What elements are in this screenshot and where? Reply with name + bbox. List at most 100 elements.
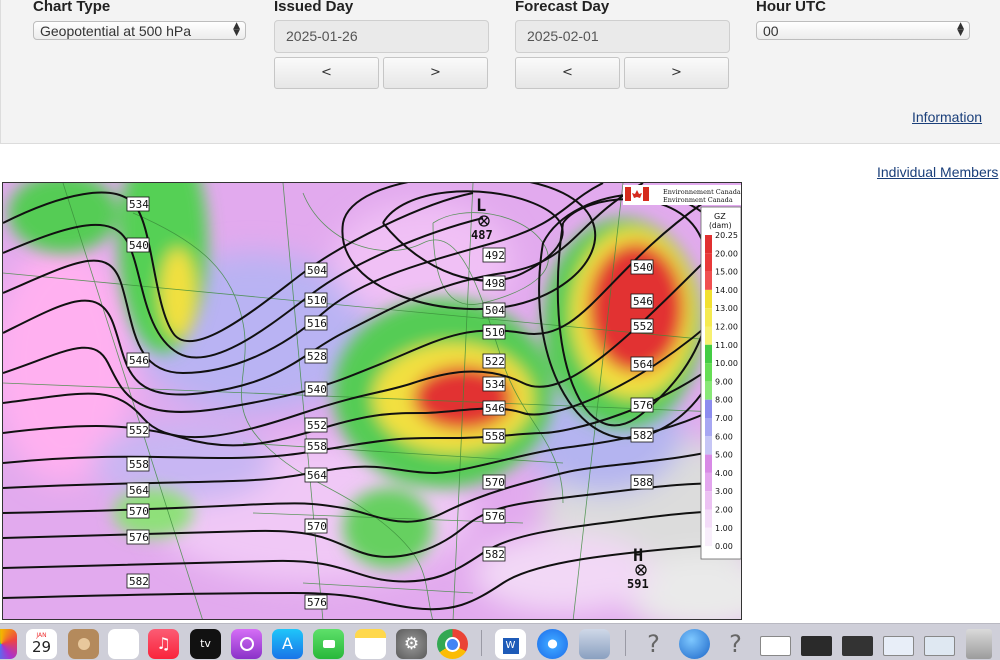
window-thumb-4[interactable] [883, 636, 914, 656]
chart-type-select[interactable]: Geopotential at 500 hPa ▲ ▼ [33, 21, 246, 40]
map-canvas: 534 540 546 552 558 564 570 576 582 504 … [3, 183, 741, 619]
legend-value: 20.00 [715, 249, 738, 258]
trash-app[interactable] [966, 629, 992, 659]
information-link[interactable]: Information [912, 109, 982, 125]
legend-swatch [705, 436, 712, 455]
svg-text:588: 588 [633, 476, 653, 489]
window-thumb-5[interactable] [924, 636, 955, 656]
legend-swatch [705, 235, 712, 254]
facetime-app[interactable] [313, 629, 344, 659]
svg-text:582: 582 [485, 548, 505, 561]
svg-text:591: 591 [627, 577, 649, 591]
svg-text:(dam): (dam) [709, 221, 732, 230]
help-app-2[interactable]: ? [720, 629, 751, 659]
contour-label: 540 [304, 381, 328, 397]
reminders-app[interactable] [108, 629, 139, 659]
issued-day-field[interactable]: 2025-01-26 [274, 20, 489, 53]
svg-text:558: 558 [307, 440, 327, 453]
legend-value: 14.00 [715, 286, 738, 295]
svg-text:552: 552 [633, 320, 653, 333]
svg-text:564: 564 [129, 484, 149, 497]
contour-label: 498 [482, 275, 506, 291]
hour-utc-label: Hour UTC [756, 0, 826, 15]
legend-swatch [705, 326, 712, 345]
safari-app[interactable] [537, 629, 568, 659]
contour-label: 504 [482, 302, 506, 318]
help-app[interactable]: ? [638, 629, 669, 659]
svg-text:576: 576 [307, 596, 327, 609]
contour-label: 576 [126, 529, 150, 545]
svg-text:576: 576 [485, 510, 505, 523]
svg-text:570: 570 [307, 520, 327, 533]
contour-label: 534 [482, 376, 506, 392]
legend-value: 5.00 [715, 451, 733, 460]
svg-text:576: 576 [129, 531, 149, 544]
issued-day-next-button[interactable]: > [383, 57, 488, 89]
contour-label: 588 [630, 474, 654, 490]
legend-value: 20.25 [715, 231, 738, 240]
legend-value: 10.00 [715, 359, 738, 368]
legend-swatch [705, 253, 712, 272]
legend-swatch [705, 491, 712, 510]
forecast-day-prev-button[interactable]: < [515, 57, 620, 89]
contour-label: 546 [482, 400, 506, 416]
svg-text:492: 492 [485, 249, 505, 262]
legend-value: 6.00 [715, 432, 733, 441]
svg-text:570: 570 [485, 476, 505, 489]
window-thumb-2[interactable] [801, 636, 832, 656]
svg-text:582: 582 [129, 575, 149, 588]
svg-text:L: L [476, 196, 486, 216]
svg-text:510: 510 [307, 294, 327, 307]
appstore-app[interactable]: A [272, 629, 303, 659]
svg-text:540: 540 [129, 239, 149, 252]
issued-day-prev-button[interactable]: < [274, 57, 379, 89]
legend-value: 0.00 [715, 542, 733, 551]
forecast-day-field[interactable]: 2025-02-01 [515, 20, 730, 53]
notes-app[interactable] [355, 629, 386, 659]
podcasts-app[interactable] [231, 629, 262, 659]
svg-text:552: 552 [129, 424, 149, 437]
svg-text:558: 558 [129, 458, 149, 471]
legend-value: 1.00 [715, 524, 733, 533]
preview-app[interactable] [579, 629, 610, 659]
contour-label: 510 [304, 292, 328, 308]
contour-label: 534 [126, 196, 150, 212]
svg-text:564: 564 [307, 469, 327, 482]
contour-label: 552 [126, 422, 150, 438]
legend-swatch [705, 271, 712, 290]
settings-app[interactable]: ⚙ [396, 629, 427, 659]
svg-text:534: 534 [129, 198, 149, 211]
hour-utc-select[interactable]: 00 ▲ ▼ [756, 21, 970, 40]
macos-dock: JAN 29 ♫ tv A ⚙ W ? ? [0, 623, 1000, 660]
legend-swatch [705, 454, 712, 473]
window-thumb-3[interactable] [842, 636, 873, 656]
svg-text:582: 582 [633, 429, 653, 442]
legend-swatch [705, 289, 712, 309]
globe-app[interactable] [679, 629, 710, 659]
contour-label: 558 [482, 428, 506, 444]
contacts-app[interactable] [68, 629, 99, 659]
music-app[interactable]: ♫ [148, 629, 179, 659]
contour-label: 516 [304, 315, 328, 331]
color-legend: GZ (dam) 20.25 20.00 15.00 14.00 13.00 12.00 1… [700, 206, 741, 560]
window-thumb-1[interactable] [760, 636, 791, 656]
legend-swatch [705, 527, 712, 547]
calendar-app[interactable]: JAN 29 [26, 629, 57, 659]
tv-app[interactable]: tv [190, 629, 221, 659]
calendar-day: 29 [31, 638, 52, 656]
contour-label: 558 [126, 456, 150, 472]
contour-label: 492 [482, 247, 506, 263]
forecast-day-next-button[interactable]: > [624, 57, 729, 89]
chrome-app[interactable] [437, 629, 468, 659]
svg-text:504: 504 [485, 304, 505, 317]
legend-value: 2.00 [715, 506, 733, 515]
legend-swatch [705, 509, 712, 528]
contour-label: 564 [630, 356, 654, 372]
legend-swatch [705, 308, 712, 327]
svg-text:576: 576 [633, 399, 653, 412]
word-app[interactable]: W [495, 629, 526, 659]
individual-members-link[interactable]: Individual Members [877, 164, 998, 180]
contour-label: 504 [304, 262, 328, 278]
photos-app[interactable] [0, 629, 17, 659]
svg-text:564: 564 [633, 358, 653, 371]
